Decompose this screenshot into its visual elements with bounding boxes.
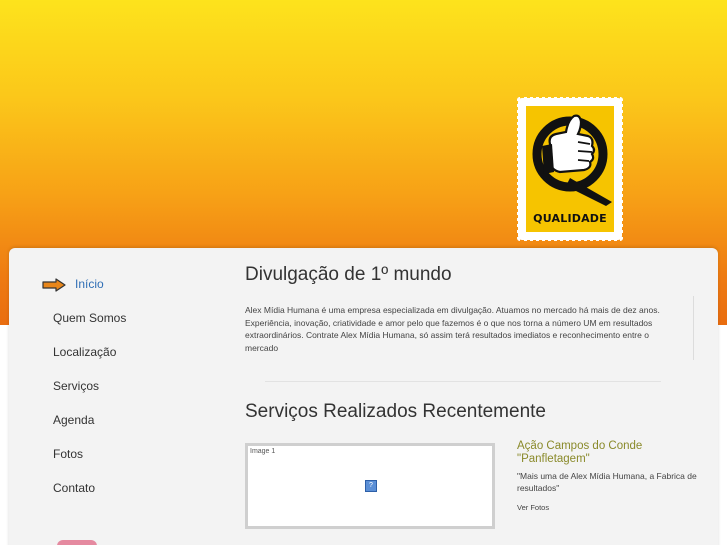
- view-photos-link[interactable]: Ver Fotos: [517, 503, 549, 512]
- service-image[interactable]: Image 1 ?: [245, 443, 495, 529]
- services-title: Serviços Realizados Recentemente: [245, 401, 546, 422]
- quality-stamp-label: QUALIDADE: [526, 206, 614, 232]
- post-title-link[interactable]: Ação Campos do Conde "Panfletagem": [517, 440, 697, 465]
- nav-item-agenda[interactable]: Agenda: [53, 413, 94, 427]
- nav-item-inicio[interactable]: Início: [75, 277, 104, 291]
- vertical-divider: [693, 296, 694, 360]
- post-description: "Mais uma de Alex Mídia Humana, a Fabric…: [517, 471, 697, 493]
- arrow-right-icon: [42, 278, 66, 292]
- section-divider: [265, 381, 661, 382]
- thumbs-up-q-icon: [526, 106, 614, 206]
- broken-image-icon: ?: [365, 480, 377, 492]
- intro-text: Alex Mídia Humana é uma empresa especial…: [245, 305, 660, 353]
- sidebar-widget-tab[interactable]: [57, 540, 97, 545]
- image-alt-label: Image 1: [250, 448, 276, 455]
- quality-stamp-art: QUALIDADE: [526, 106, 614, 232]
- nav-item-servicos[interactable]: Serviços: [53, 379, 99, 393]
- nav-item-localizacao[interactable]: Localização: [53, 345, 116, 359]
- content-panel: Início Quem Somos Localização Serviços A…: [9, 248, 718, 545]
- quality-stamp: QUALIDADE: [517, 97, 623, 241]
- nav-item-fotos[interactable]: Fotos: [53, 447, 83, 461]
- nav-item-quem-somos[interactable]: Quem Somos: [53, 311, 126, 325]
- page-title: Divulgação de 1º mundo: [245, 264, 452, 285]
- nav-item-contato[interactable]: Contato: [53, 481, 95, 495]
